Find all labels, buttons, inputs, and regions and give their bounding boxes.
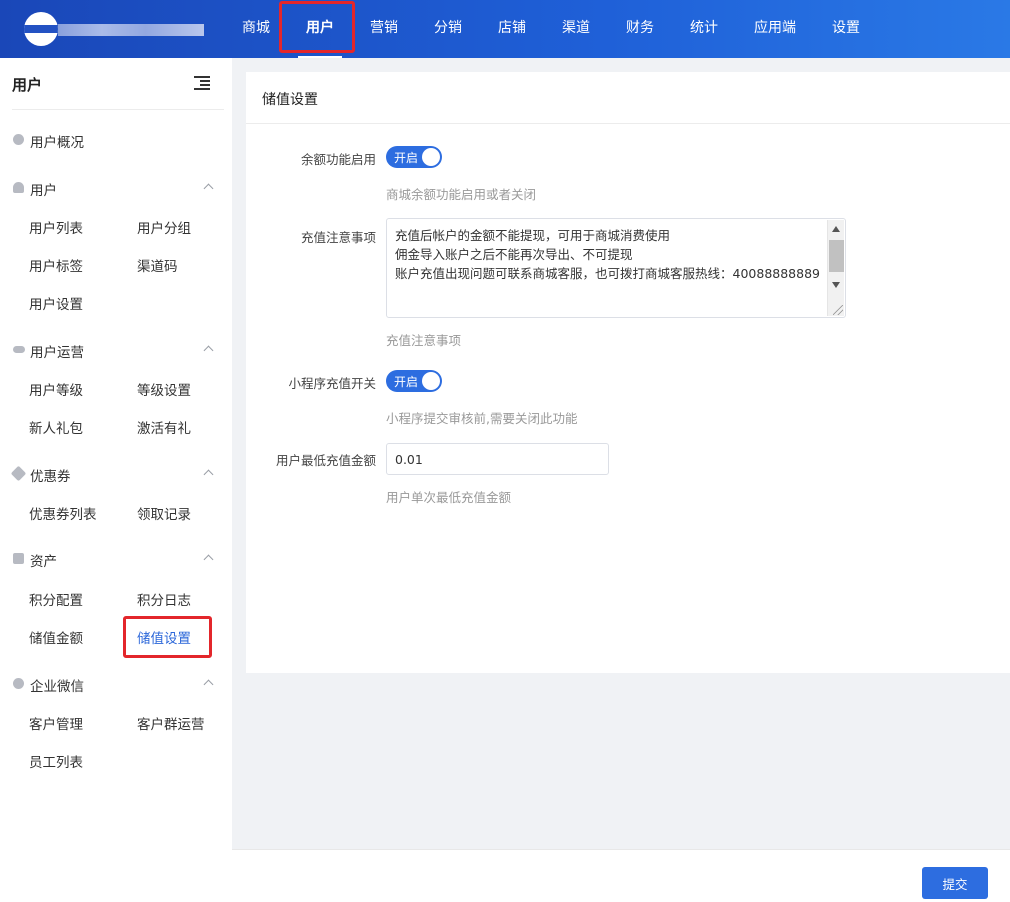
chat-icon xyxy=(13,678,24,689)
chevron-up-icon[interactable] xyxy=(203,469,214,480)
sidebar-item-user-tags[interactable]: 用户标签 xyxy=(29,255,83,275)
nav-item-distribution[interactable]: 分销 xyxy=(416,0,480,58)
switch-text: 开启 xyxy=(394,375,419,389)
scroll-thumb[interactable] xyxy=(829,240,844,272)
textarea-scrollbar[interactable] xyxy=(827,220,844,316)
recharge-notes-label: 充值注意事项 xyxy=(300,230,376,245)
nav-item-marketing[interactable]: 营销 xyxy=(352,0,416,58)
logo[interactable] xyxy=(24,12,204,46)
recharge-notes-textarea[interactable]: 充值后帐户的金额不能提现，可用于商城消费使用 佣金导入账户之后不能再次导出、不可… xyxy=(386,218,846,318)
logo-text-redacted xyxy=(58,24,204,36)
highlight-box-sidebar xyxy=(123,616,212,658)
sidebar-item-user-groups[interactable]: 用户分组 xyxy=(137,217,191,237)
scroll-up-arrow-icon[interactable] xyxy=(832,226,840,232)
miniprogram-switch-label: 小程序充值开关 xyxy=(288,376,376,391)
nav-item-settings[interactable]: 设置 xyxy=(814,0,878,58)
sidebar-item-level-settings[interactable]: 等级设置 xyxy=(137,379,191,399)
nav-item-finance[interactable]: 财务 xyxy=(608,0,672,58)
switch-knob xyxy=(422,148,440,166)
chevron-up-icon[interactable] xyxy=(203,554,214,565)
sidebar-item-overview[interactable]: 用户概况 xyxy=(12,130,216,151)
miniprogram-recharge-switch[interactable]: 开启 xyxy=(386,370,442,392)
min-recharge-label: 用户最低充值金额 xyxy=(275,453,376,468)
sidebar-group-user-operations[interactable]: 用户运营 xyxy=(12,340,216,361)
textarea-line: 佣金导入账户之后不能再次导出、不可提现 xyxy=(395,247,633,262)
nav-item-stores[interactable]: 店铺 xyxy=(480,0,544,58)
sidebar-item-points-log[interactable]: 积分日志 xyxy=(137,589,191,609)
resize-handle-icon[interactable] xyxy=(833,305,843,315)
sidebar-item-claim-records[interactable]: 领取记录 xyxy=(137,503,191,523)
chevron-up-icon[interactable] xyxy=(203,183,214,194)
sidebar-header: 用户 xyxy=(12,58,224,110)
person-circle-icon xyxy=(13,134,24,145)
sidebar-item-stored-amount[interactable]: 储值金额 xyxy=(29,627,83,647)
sidebar-item-coupon-list[interactable]: 优惠券列表 xyxy=(29,503,97,523)
scroll-down-arrow-icon[interactable] xyxy=(832,282,840,288)
sidebar-group-coupons[interactable]: 优惠券 xyxy=(10,464,216,485)
switch-knob xyxy=(422,372,440,390)
sidebar-group-label: 用户运营 xyxy=(30,345,84,361)
link-icon xyxy=(13,346,25,353)
sidebar-item-newcomer-gift[interactable]: 新人礼包 xyxy=(29,417,83,437)
panel-header: 储值设置 xyxy=(246,72,1010,124)
highlight-box-nav xyxy=(279,1,355,53)
min-recharge-input[interactable]: 0.01 xyxy=(386,443,609,475)
chevron-up-icon[interactable] xyxy=(203,679,214,690)
nav-item-channels[interactable]: 渠道 xyxy=(544,0,608,58)
sidebar-item-customer-group-ops[interactable]: 客户群运营 xyxy=(137,713,205,733)
menu-collapse-icon[interactable] xyxy=(194,76,210,90)
balance-enable-tip: 商城余额功能启用或者关闭 xyxy=(386,187,537,202)
sidebar-group-label: 优惠券 xyxy=(30,469,71,485)
sidebar-item-activation-reward[interactable]: 激活有礼 xyxy=(137,417,191,437)
person-icon xyxy=(13,182,24,193)
sidebar-group-wecom[interactable]: 企业微信 xyxy=(12,674,216,695)
sidebar-item-customer-management[interactable]: 客户管理 xyxy=(29,713,83,733)
recharge-notes-tip: 充值注意事项 xyxy=(386,333,462,348)
textarea-line: 充值后帐户的金额不能提现，可用于商城消费使用 xyxy=(395,228,671,243)
sidebar-item-points-config[interactable]: 积分配置 xyxy=(29,589,83,609)
nav-item-apps[interactable]: 应用端 xyxy=(736,0,814,58)
input-value: 0.01 xyxy=(395,452,423,467)
sidebar-item-user-list[interactable]: 用户列表 xyxy=(29,217,83,237)
balance-enable-switch[interactable]: 开启 xyxy=(386,146,442,168)
sidebar-group-assets[interactable]: 资产 xyxy=(12,549,216,570)
sidebar-item-user-settings[interactable]: 用户设置 xyxy=(29,293,83,313)
submit-button[interactable]: 提交 xyxy=(922,867,988,899)
sidebar-item-user-levels[interactable]: 用户等级 xyxy=(29,379,83,399)
chevron-up-icon[interactable] xyxy=(203,345,214,356)
sidebar-title: 用户 xyxy=(12,76,43,94)
sidebar-group-label: 企业微信 xyxy=(30,679,84,695)
footer-bar: 提交 xyxy=(232,849,1010,902)
settings-panel: 储值设置 余额功能启用 开启 商城余额功能启用或者关闭 充值注意事项 充值后帐户… xyxy=(246,72,1010,673)
min-recharge-tip: 用户单次最低充值金额 xyxy=(386,490,512,505)
miniprogram-switch-tip: 小程序提交审核前,需要关闭此功能 xyxy=(386,411,578,426)
nav-item-statistics[interactable]: 统计 xyxy=(672,0,736,58)
switch-text: 开启 xyxy=(394,151,419,165)
chart-icon xyxy=(13,553,24,564)
tag-icon xyxy=(10,465,27,482)
sidebar-group-label: 资产 xyxy=(30,554,57,570)
top-navbar: 商城 用户 营销 分销 店铺 渠道 财务 统计 应用端 设置 xyxy=(0,0,1010,58)
sidebar-group-users[interactable]: 用户 xyxy=(12,178,216,199)
sidebar-item-channel-code[interactable]: 渠道码 xyxy=(137,255,178,275)
logo-icon xyxy=(24,12,58,46)
sidebar-group-label: 用户 xyxy=(30,183,57,199)
sidebar-item-staff-list[interactable]: 员工列表 xyxy=(29,751,83,771)
balance-enable-label: 余额功能启用 xyxy=(300,152,376,167)
sidebar: 用户 用户概况 用户 用户列表 用户分组 用户标签 渠道码 用户设置 用户运营 … xyxy=(0,58,232,902)
textarea-line: 账户充值出现问题可联系商城客服，也可拨打商城客服热线：40088888889 xyxy=(395,266,820,281)
page-title: 储值设置 xyxy=(262,92,318,108)
sidebar-item-label: 用户概况 xyxy=(30,135,84,151)
